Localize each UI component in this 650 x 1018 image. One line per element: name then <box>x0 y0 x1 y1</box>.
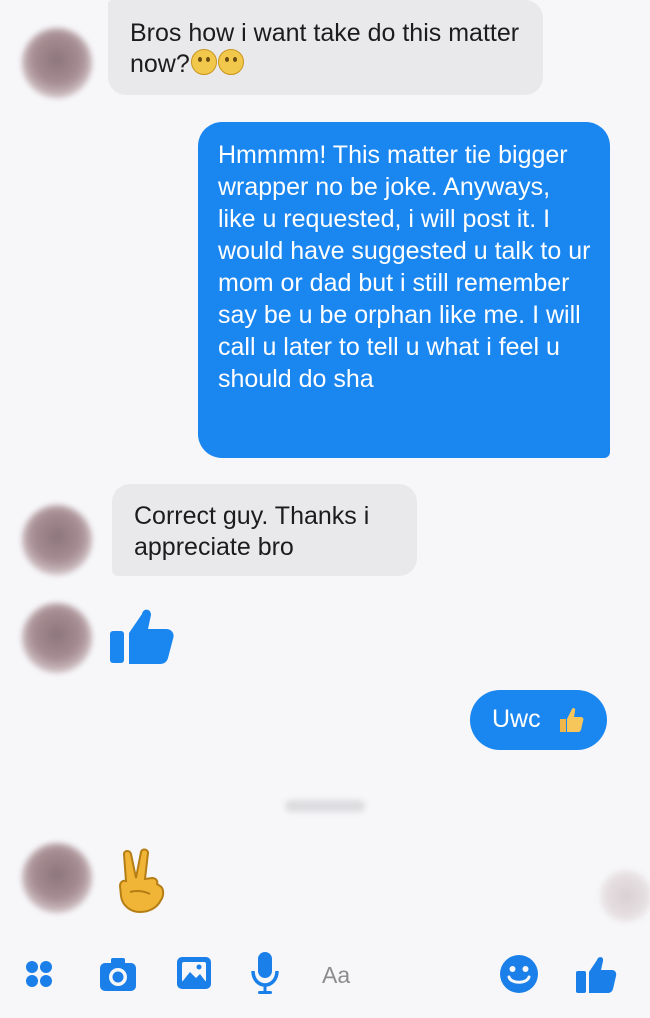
crying-face-icon <box>190 49 217 75</box>
message-input[interactable]: Aa <box>300 952 490 996</box>
timestamp <box>285 800 365 812</box>
avatar[interactable] <box>22 843 92 913</box>
microphone-icon[interactable] <box>250 951 280 995</box>
seen-avatar <box>600 870 650 922</box>
message-input-placeholder: Aa <box>322 962 351 988</box>
chat-screen: Bros how i want take do this matter now?… <box>0 0 650 1018</box>
message-text: Hmmmm! This matter tie bigger wrapper no… <box>218 141 591 393</box>
avatar[interactable] <box>22 505 92 575</box>
message-text: Bros how i want take do this matter now? <box>130 19 520 78</box>
thumbs-up-icon[interactable] <box>106 600 176 670</box>
camera-icon[interactable] <box>98 955 138 993</box>
crying-face-icon <box>217 49 244 75</box>
victory-hand-icon[interactable] <box>112 848 170 914</box>
outgoing-message[interactable]: Hmmmm! This matter tie bigger wrapper no… <box>198 122 610 458</box>
incoming-message[interactable]: Correct guy. Thanks i appreciate bro <box>112 484 417 576</box>
avatar[interactable] <box>22 28 92 98</box>
thumbs-up-icon[interactable] <box>573 952 617 996</box>
menu-dots-icon[interactable] <box>24 959 54 989</box>
composer-bar: Aa <box>0 940 650 1018</box>
message-text: Correct guy. Thanks i appreciate bro <box>134 502 370 561</box>
avatar[interactable] <box>22 603 92 673</box>
gallery-icon[interactable] <box>175 955 213 991</box>
smiley-icon[interactable] <box>498 953 540 995</box>
message-text: Uwc <box>492 705 541 733</box>
outgoing-message[interactable]: Uwc <box>470 690 607 750</box>
incoming-message[interactable]: Bros how i want take do this matter now? <box>108 0 543 95</box>
thumbs-up-emoji-icon <box>560 707 584 732</box>
